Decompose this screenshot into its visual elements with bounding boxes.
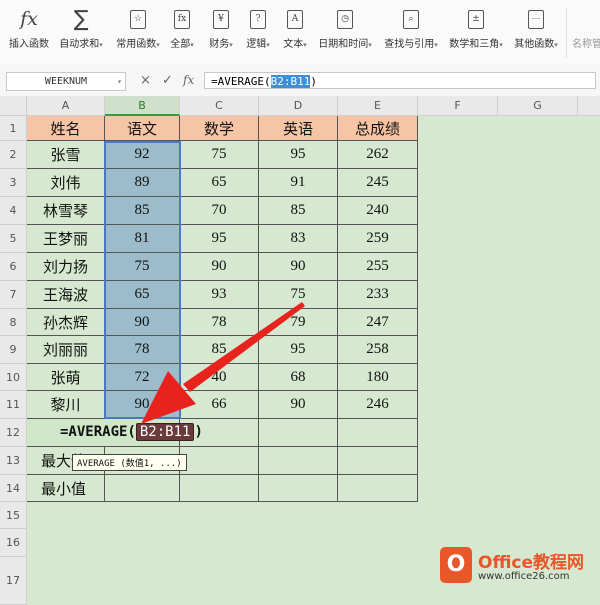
watermark-logo: O Office教程网 www.office26.com: [434, 543, 600, 596]
name-manager-button[interactable]: 名称管: [572, 6, 600, 62]
logic-button[interactable]: ? 逻辑▾: [241, 6, 275, 62]
office-logo-icon: O: [440, 547, 472, 583]
math-icon: ±: [462, 6, 490, 32]
lookup-reference-button[interactable]: ⌕ 查找与引用▾: [381, 6, 441, 62]
autosum-button[interactable]: ∑ 自动求和▾: [56, 6, 106, 62]
other-functions-button[interactable]: ⋯ 其他函数▾: [511, 6, 561, 62]
chevron-down-icon[interactable]: ▾: [117, 73, 122, 90]
clock-icon: ◷: [331, 6, 359, 32]
math-trig-button[interactable]: ± 数学和三角▾: [447, 6, 505, 62]
spreadsheet-grid[interactable]: A B C D E F G 1 2 3 4 5 6 7 8 9 10 11 12 13 14 15 16 17 …: [0, 96, 600, 605]
name-box[interactable]: WEEKNUM ▾: [6, 72, 126, 91]
sigma-icon: ∑: [73, 6, 89, 32]
all-functions-button[interactable]: fx 全部▾: [166, 6, 198, 62]
confirm-icon[interactable]: ✓: [162, 73, 173, 88]
more-functions-icon: ⋯: [522, 6, 550, 32]
text-a-icon: A: [281, 6, 309, 32]
question-icon: ?: [244, 6, 272, 32]
fx-icon[interactable]: fx: [183, 73, 194, 87]
lookup-icon: ⌕: [397, 6, 425, 32]
text-button[interactable]: A 文本▾: [279, 6, 311, 62]
ribbon-divider: [566, 8, 567, 58]
common-functions-button[interactable]: ☆ 常用函数▾: [112, 6, 164, 62]
name-manager-icon: [572, 6, 600, 32]
formula-bar: WEEKNUM ▾ × ✓ fx =AVERAGE(B2:B11): [0, 64, 600, 97]
cancel-icon[interactable]: ×: [140, 73, 151, 88]
red-arrow-icon: [141, 302, 305, 424]
formula-input[interactable]: =AVERAGE(B2:B11): [204, 72, 596, 89]
yen-icon: ¥: [207, 6, 235, 32]
date-time-button[interactable]: ◷ 日期和时间▾: [316, 6, 374, 62]
star-icon: ☆: [124, 6, 152, 32]
insert-function-button[interactable]: fx 插入函数: [6, 6, 52, 62]
fx-icon: fx: [20, 8, 38, 30]
fx-box-icon: fx: [168, 6, 196, 32]
finance-button[interactable]: ¥ 财务▾: [204, 6, 238, 62]
ribbon-toolbar: fx 插入函数 ∑ 自动求和▾ ☆ 常用函数▾ fx 全部▾ ¥ 财务▾ ? 逻…: [0, 0, 600, 65]
